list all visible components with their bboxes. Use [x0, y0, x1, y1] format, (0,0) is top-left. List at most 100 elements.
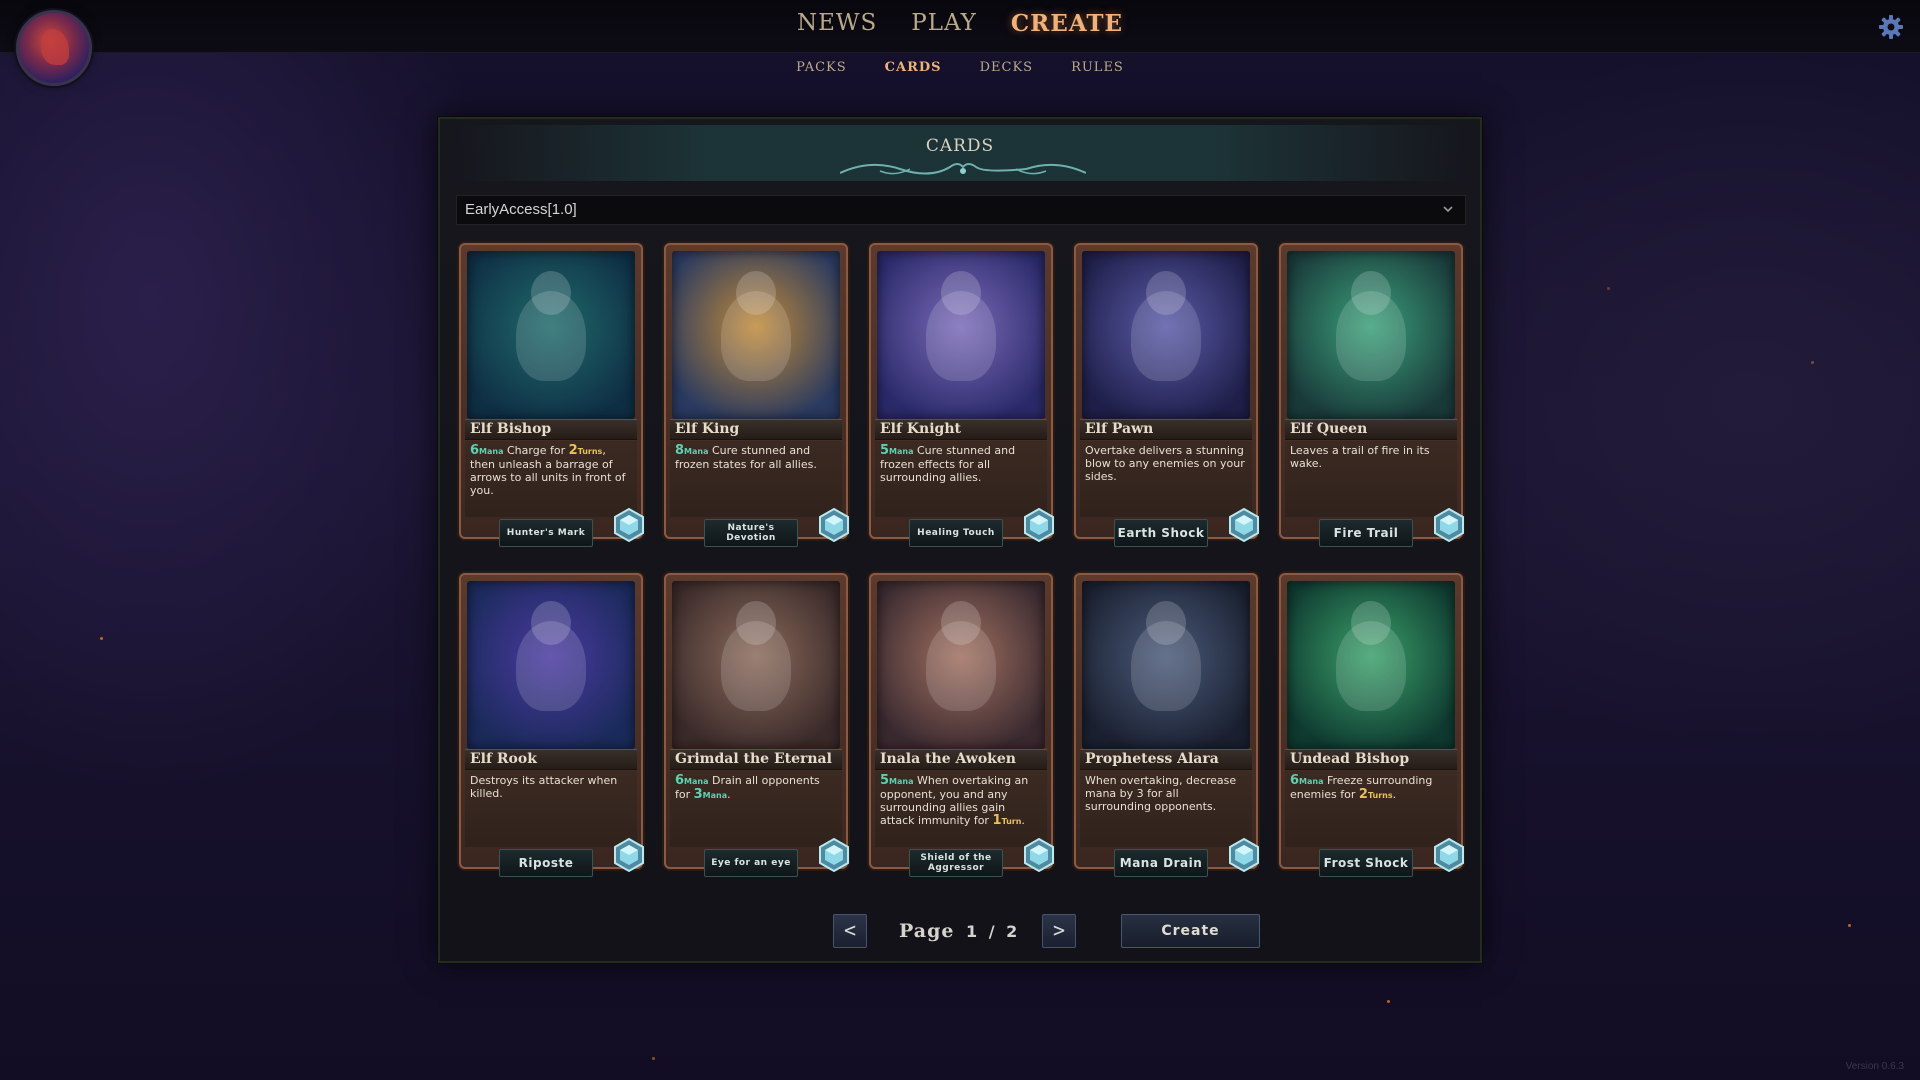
effect-value: 2: [568, 443, 578, 458]
mana-label: Mana: [889, 447, 914, 456]
ember-particle: [1387, 1000, 1390, 1003]
card-text-box: Destroys its attacker when killed.: [465, 771, 637, 847]
card-grid: Elf Bishop 6Mana Charge for 2Turns, then …: [459, 243, 1469, 903]
sub-tab-cards[interactable]: CARDS: [885, 60, 942, 75]
effect-unit: Turns: [577, 447, 603, 456]
card-name: Elf Bishop: [465, 419, 637, 440]
mana-label: Mana: [1299, 777, 1324, 786]
mana-label: Mana: [889, 777, 914, 786]
dragon-avatar-icon[interactable]: [16, 10, 92, 86]
ability-label: Nature's Devotion: [704, 519, 798, 547]
mana-cost: 5: [880, 773, 890, 788]
card-tile[interactable]: Elf Pawn Overtake delivers a stunning blo…: [1074, 243, 1259, 547]
card-tile[interactable]: Undead Bishop 6Mana Freeze surrounding en…: [1279, 573, 1464, 877]
crystal-gem-icon[interactable]: [611, 837, 647, 873]
description-text: Overtake delivers a stunning blow to any…: [1085, 444, 1245, 483]
card-text-box: 6Mana Freeze surrounding enemies for 2Tu…: [1285, 771, 1457, 847]
ability-label: Shield of the Aggressor: [909, 849, 1003, 877]
crystal-gem-icon[interactable]: [611, 507, 647, 543]
card-text-box: Overtake delivers a stunning blow to any…: [1080, 441, 1252, 517]
nav-tab-create[interactable]: CREATE: [1011, 10, 1123, 37]
description-text: Charge for: [507, 444, 569, 457]
card-text-box: 8Mana Cure stunned and frozen states for…: [670, 441, 842, 517]
ornament-flourish-icon: [840, 163, 1086, 175]
card-description: 6Mana Charge for 2Turns, then unleash a …: [470, 444, 633, 497]
effect-unit: Turn: [1001, 817, 1022, 826]
card-tile[interactable]: Elf King 8Mana Cure stunned and frozen st…: [664, 243, 849, 547]
card-name: Elf Queen: [1285, 419, 1457, 440]
card-tile[interactable]: Elf Rook Destroys its attacker when kille…: [459, 573, 644, 877]
effect-value: 1: [992, 813, 1002, 828]
card-tile[interactable]: Prophetess Alara When overtaking, decreas…: [1074, 573, 1259, 877]
card-name: Elf King: [670, 419, 842, 440]
gear-icon[interactable]: [1878, 14, 1904, 40]
card-text-box: Leaves a trail of fire in its wake.: [1285, 441, 1457, 517]
card-description: 6Mana Drain all opponents for 3Mana.: [675, 774, 838, 802]
crystal-gem-icon[interactable]: [1021, 507, 1057, 543]
card-tile[interactable]: Elf Bishop 6Mana Charge for 2Turns, then …: [459, 243, 644, 547]
version-label: Version 0.6.3: [1845, 1061, 1904, 1072]
card-description: 6Mana Freeze surrounding enemies for 2Tu…: [1290, 774, 1453, 802]
card-set-value: EarlyAccess[1.0]: [465, 201, 577, 218]
card-text-box: 6Mana Charge for 2Turns, then unleash a …: [465, 441, 637, 517]
ability-label: Healing Touch: [909, 519, 1003, 547]
next-page-button[interactable]: >: [1042, 914, 1076, 948]
card-description: 8Mana Cure stunned and frozen states for…: [675, 444, 838, 471]
mana-cost: 8: [675, 443, 685, 458]
create-button[interactable]: Create: [1121, 914, 1260, 948]
ember-particle: [1811, 361, 1814, 364]
card-name: Elf Rook: [465, 749, 637, 770]
page-number: 1 / 2: [966, 922, 1021, 941]
card-text-box: 6Mana Drain all opponents for 3Mana.: [670, 771, 842, 847]
card-description: Destroys its attacker when killed.: [470, 774, 633, 800]
crystal-gem-icon[interactable]: [1431, 837, 1467, 873]
mana-label: Mana: [684, 777, 709, 786]
crystal-gem-icon[interactable]: [1226, 507, 1262, 543]
panel-header: CARDS: [450, 125, 1470, 181]
nav-tab-play[interactable]: PLAY: [911, 10, 977, 37]
card-description: 5Mana When overtaking an opponent, you a…: [880, 774, 1043, 828]
crystal-gem-icon[interactable]: [816, 507, 852, 543]
card-art: [672, 251, 840, 419]
ember-particle: [1607, 287, 1610, 290]
card-name: Elf Knight: [875, 419, 1047, 440]
card-art: [1082, 581, 1250, 749]
panel-title: CARDS: [925, 136, 995, 156]
ability-label: Frost Shock: [1319, 849, 1413, 877]
card-tile[interactable]: Elf Knight 5Mana Cure stunned and frozen …: [869, 243, 1054, 547]
card-text-box: 5Mana When overtaking an opponent, you a…: [875, 771, 1047, 847]
crystal-gem-icon[interactable]: [816, 837, 852, 873]
crystal-gem-icon[interactable]: [1431, 507, 1467, 543]
card-set-dropdown[interactable]: EarlyAccess[1.0]: [456, 195, 1466, 225]
description-text: .: [1021, 814, 1025, 827]
card-tile[interactable]: Inala the Awoken 5Mana When overtaking an…: [869, 573, 1054, 877]
prev-page-button[interactable]: <: [833, 914, 867, 948]
sub-tab-packs[interactable]: PACKS: [796, 60, 847, 75]
description-text: When overtaking, decrease mana by 3 for …: [1085, 774, 1237, 813]
effect-value: 2: [1358, 787, 1368, 802]
sub-tab-decks[interactable]: DECKS: [980, 60, 1033, 75]
ability-label: Eye for an eye: [704, 849, 798, 877]
card-text-box: 5Mana Cure stunned and frozen effects fo…: [875, 441, 1047, 517]
card-art: [877, 251, 1045, 419]
mana-label: Mana: [684, 447, 709, 456]
chevron-down-icon: [1443, 206, 1453, 213]
card-name: Elf Pawn: [1080, 419, 1252, 440]
cards-panel: CARDS EarlyAccess[1.0] Elf Bishop 6Mana C…: [438, 117, 1482, 963]
card-description: When overtaking, decrease mana by 3 for …: [1085, 774, 1248, 813]
card-art: [1287, 251, 1455, 419]
ability-label: Riposte: [499, 849, 593, 877]
ability-label: Fire Trail: [1319, 519, 1413, 547]
crystal-gem-icon[interactable]: [1226, 837, 1262, 873]
card-text-box: When overtaking, decrease mana by 3 for …: [1080, 771, 1252, 847]
card-tile[interactable]: Elf Queen Leaves a trail of fire in its w…: [1279, 243, 1464, 547]
nav-tab-news[interactable]: NEWS: [797, 10, 877, 37]
sub-tab-rules[interactable]: RULES: [1071, 60, 1124, 75]
card-tile[interactable]: Grimdal the Eternal 6Mana Drain all oppon…: [664, 573, 849, 877]
card-name: Undead Bishop: [1285, 749, 1457, 770]
card-art: [467, 581, 635, 749]
card-name: Inala the Awoken: [875, 749, 1047, 770]
description-text: .: [1392, 788, 1397, 801]
crystal-gem-icon[interactable]: [1021, 837, 1057, 873]
top-bar: NEWS PLAY CREATE: [0, 0, 1920, 53]
